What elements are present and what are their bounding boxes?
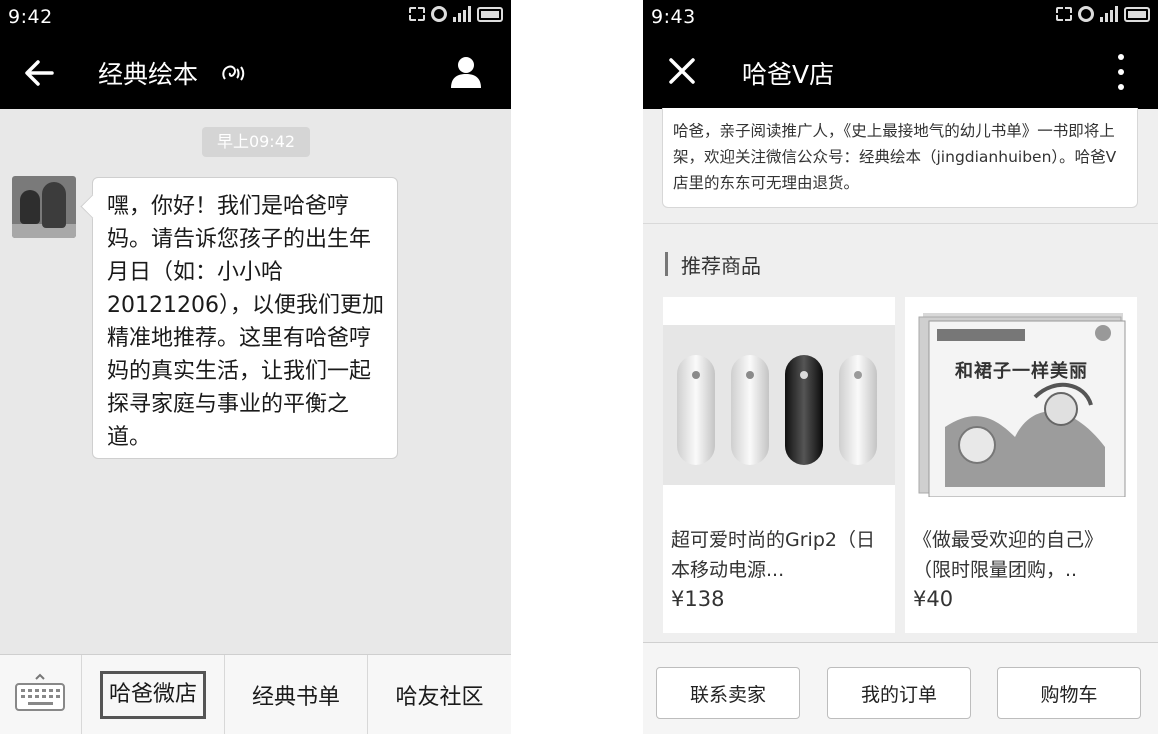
shop-title: 哈爸V店 — [742, 60, 835, 89]
message-bubble: 嘿，你好！我们是哈爸哼妈。请告诉您孩子的出生年月日（如：小小哈20121206）… — [92, 177, 398, 459]
product-name: 超可爱时尚的Grip2（日本移动电源... — [671, 529, 875, 581]
status-bar: 9:42 — [0, 0, 511, 36]
status-time: 9:43 — [651, 6, 696, 28]
shop-title-bar: 哈爸V店 — [643, 36, 1158, 109]
section-marker — [665, 252, 668, 276]
profile-icon[interactable] — [448, 54, 484, 90]
divider — [643, 223, 1158, 224]
more-icon[interactable] — [1118, 54, 1126, 90]
alarm-icon — [1078, 6, 1094, 22]
product-price: ¥138 — [671, 587, 725, 611]
menu-item-shop-label: 哈爸微店 — [99, 671, 206, 719]
signal-icon — [453, 6, 471, 22]
apps-icon — [1056, 7, 1072, 21]
section-title: 推荐商品 — [681, 254, 761, 278]
menu-item-shop[interactable]: 哈爸微店 — [82, 655, 225, 734]
chat-title: 经典绘本 — [98, 60, 199, 89]
voice-icon — [222, 65, 245, 81]
status-icons — [1056, 6, 1150, 22]
keyboard-toggle-button[interactable] — [0, 655, 82, 734]
product-card[interactable]: 和裙子一样美丽 《做最受欢迎的自己》（限时限量团购，.. ¥40 — [905, 297, 1137, 633]
custom-menu-bar: 哈爸微店 经典书单 哈友社区 — [0, 654, 511, 734]
apps-icon — [409, 7, 425, 21]
shop-screen: 9:43 哈爸V店 哈爸，亲子阅读推广人，《史上最接地气的幼儿书单》一书即将上架… — [643, 0, 1158, 734]
battery-icon — [1124, 6, 1150, 22]
chat-title-bar: 经典绘本 — [0, 36, 511, 109]
picture-book-product-image: 和裙子一样美丽 — [905, 297, 1137, 497]
back-arrow-icon[interactable] — [22, 56, 56, 90]
status-time: 9:42 — [8, 6, 53, 28]
avatar[interactable] — [12, 176, 76, 238]
power-bank-product-image — [663, 297, 895, 497]
menu-item-community[interactable]: 哈友社区 — [368, 655, 511, 734]
product-name: 《做最受欢迎的自己》（限时限量团购，.. — [913, 529, 1104, 581]
contact-seller-button[interactable]: 联系卖家 — [656, 667, 800, 719]
status-bar: 9:43 — [643, 0, 1158, 36]
product-price: ¥40 — [913, 587, 954, 611]
book-cover-title: 和裙子一样美丽 — [955, 361, 1088, 382]
product-card[interactable]: 超可爱时尚的Grip2（日本移动电源... ¥138 — [663, 297, 895, 633]
status-icons — [409, 6, 503, 22]
alarm-icon — [431, 6, 447, 22]
shopping-cart-button[interactable]: 购物车 — [997, 667, 1141, 719]
my-orders-button[interactable]: 我的订单 — [827, 667, 971, 719]
shop-notice-card: 哈爸，亲子阅读推广人，《史上最接地气的幼儿书单》一书即将上架，欢迎关注微信公众号… — [662, 108, 1138, 208]
shop-bottom-bar: 联系卖家 我的订单 购物车 — [643, 642, 1158, 734]
message-timestamp: 早上09:42 — [202, 127, 310, 157]
shop-notice: 哈爸，亲子阅读推广人，《史上最接地气的幼儿书单》一书即将上架，欢迎关注微信公众号… — [673, 122, 1117, 192]
menu-item-booklist[interactable]: 经典书单 — [225, 655, 368, 734]
close-icon[interactable] — [667, 56, 697, 86]
chat-screen: 9:42 经典绘本 早上09:42 嘿，你好！我们是哈爸哼妈。请告诉您孩子的出生… — [0, 0, 511, 734]
signal-icon — [1100, 6, 1118, 22]
battery-icon — [477, 6, 503, 22]
keyboard-icon — [15, 673, 65, 711]
